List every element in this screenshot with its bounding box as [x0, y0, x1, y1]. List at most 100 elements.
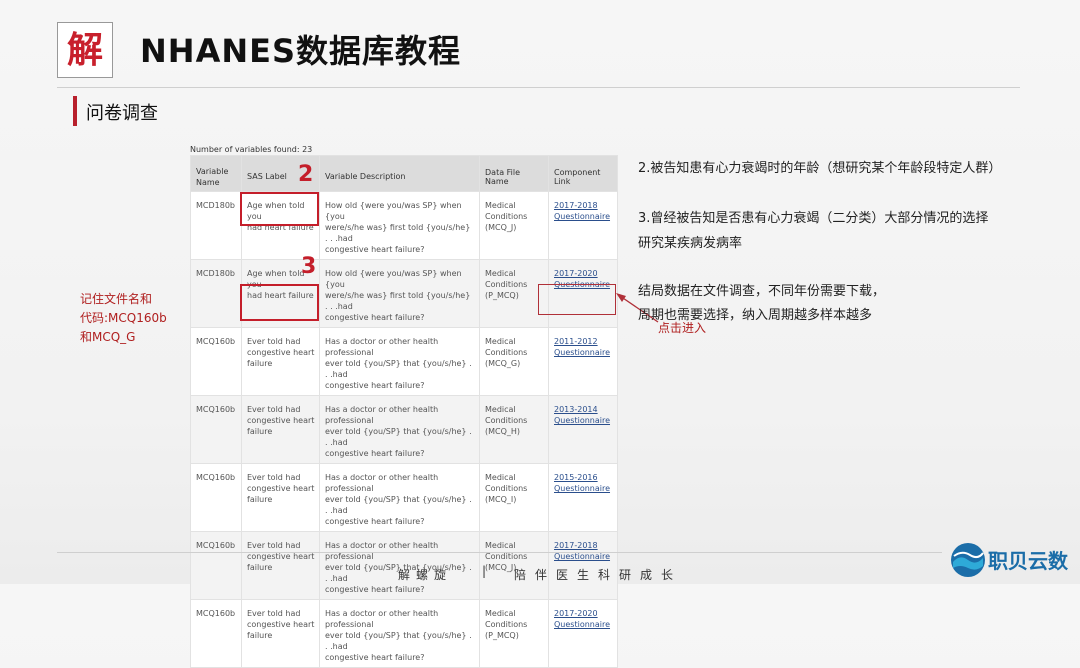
cell-data-file-name-line: Conditions: [485, 280, 528, 289]
cell-variable-description-line: ever told {you/SP} that {you/s/he} . . .…: [325, 495, 472, 515]
cell-data-file-name-line: Medical: [485, 201, 516, 210]
variable-name-text: MCQ160b: [196, 337, 236, 346]
cell-data-file-name-line: Conditions: [485, 212, 528, 221]
col-component-link: Component Link: [548, 155, 618, 192]
brand-name: 职贝云数: [988, 549, 1068, 573]
table-header-row: Variable Name SAS Label Variable Descrip…: [190, 155, 618, 192]
variable-name-text: MCQ160b: [196, 541, 236, 550]
cell-sas-label-line: failure: [247, 359, 273, 368]
variable-name-text: MCD180b: [196, 269, 235, 278]
cell-sas-label-line: failure: [247, 495, 273, 504]
note-outcome-line1: 结局数据在文件调查，不同年份需要下载，: [638, 284, 886, 299]
cell-variable-description-line: congestive heart failure?: [325, 517, 425, 526]
seal-logo-char: 解: [66, 29, 103, 71]
cell-data-file-name: Medical Conditions (MCQ_G): [479, 327, 549, 396]
cell-sas-label: Ever told had congestive heart failure: [241, 599, 320, 668]
left-note-line: 记住文件名和: [80, 292, 153, 306]
left-note: 记住文件名和 代码:MCQ160b 和MCQ_G: [80, 290, 167, 347]
cell-sas-label: Ever told had congestive heart failure: [241, 327, 320, 396]
questionnaire-link[interactable]: 2013-2014: [554, 404, 613, 415]
footer-brand-left: 解螺旋: [398, 568, 453, 582]
col-variable-description: Variable Description: [319, 155, 480, 192]
table-row: MCQ160b Ever told had congestive heart fail…: [190, 327, 618, 396]
cell-data-file-name-line: Medical: [485, 405, 516, 414]
footer-slogan: 陪伴医生科研成长: [514, 568, 683, 582]
cell-sas-label-line: failure: [247, 631, 273, 640]
brand-logo-icon: [951, 543, 985, 577]
click-to-enter-note: 点击进入: [658, 321, 707, 335]
section-accent-bar: [73, 96, 77, 126]
cell-sas-label-line: Ever told had: [247, 337, 301, 346]
cell-data-file-name-line: (P_MCQ): [485, 291, 519, 300]
cell-data-file-name-line: Medical: [485, 541, 516, 550]
cell-variable-description-line: congestive heart failure?: [325, 245, 425, 254]
cell-sas-label-line: congestive heart: [247, 620, 315, 629]
cell-variable-description-line: ever told {you/SP} that {you/s/he} . . .…: [325, 359, 472, 379]
section-title: 问卷调查: [86, 103, 158, 124]
note-ever-told-line2: 研究某疾病发病率: [638, 236, 743, 251]
cell-variable-description-line: Has a doctor or other health professiona…: [325, 337, 439, 357]
highlight-ever-told-label: [240, 284, 319, 321]
cell-data-file-name-line: Conditions: [485, 620, 528, 629]
questionnaire-link[interactable]: 2011-2012: [554, 336, 613, 347]
cell-data-file-name-line: Medical: [485, 269, 516, 278]
variable-name-text: MCD180b: [196, 201, 235, 210]
questionnaire-link[interactable]: Questionnaire: [554, 415, 613, 426]
variable-name-text: MCQ160b: [196, 405, 236, 414]
cell-data-file-name-line: (MCQ_I): [485, 495, 517, 504]
cell-data-file-name-line: (MCQ_H): [485, 427, 521, 436]
cell-data-file-name-line: Medical: [485, 473, 516, 482]
cell-variable-description-line: congestive heart failure?: [325, 381, 425, 390]
cell-component-link[interactable]: 2013-2014 Questionnaire: [548, 395, 618, 464]
cell-sas-label-line: congestive heart: [247, 416, 315, 425]
note-age: 2.被告知患有心力衰竭时的年龄（想研究某个年龄段特定人群）: [638, 161, 1002, 176]
cell-variable-description: Has a doctor or other health professiona…: [319, 395, 480, 464]
questionnaire-link[interactable]: Questionnaire: [554, 347, 613, 358]
cell-component-link[interactable]: 2017-2018 Questionnaire: [548, 191, 618, 260]
footer-divider: [57, 552, 942, 553]
table-row: MCQ160b Ever told had congestive heart fail…: [190, 463, 618, 532]
cell-variable-description-line: ever told {you/SP} that {you/s/he} . . .…: [325, 631, 472, 651]
cell-variable-description: Has a doctor or other health professiona…: [319, 599, 480, 668]
cell-sas-label-line: Ever told had: [247, 405, 301, 414]
note-ever-told-line1: 3.曾经被告知是否患有心力衰竭（二分类）大部分情况的选择: [638, 211, 989, 226]
questionnaire-link[interactable]: Questionnaire: [554, 211, 613, 222]
cell-data-file-name: Medical Conditions (P_MCQ): [479, 599, 549, 668]
cell-sas-label-line: congestive heart: [247, 348, 315, 357]
cell-variable-name: MCD180b: [190, 191, 242, 260]
cell-sas-label-line: Ever told had: [247, 541, 301, 550]
highlight-age-label: [240, 192, 319, 226]
highlight-2011-link: [538, 284, 616, 315]
cell-variable-name: MCQ160b: [190, 599, 242, 668]
cell-variable-description-line: congestive heart failure?: [325, 313, 425, 322]
cell-variable-description: How old {were you/was SP} when {you were/…: [319, 191, 480, 260]
cell-component-link[interactable]: 2017-2020 Questionnaire: [548, 599, 618, 668]
cell-variable-description-line: congestive heart failure?: [325, 449, 425, 458]
cell-variable-description-line: How old {were you/was SP} when {you: [325, 201, 462, 221]
questionnaire-link[interactable]: Questionnaire: [554, 619, 613, 630]
cell-variable-description-line: were/s/he was} first told {you/s/he} . .…: [325, 291, 471, 311]
cell-sas-label-line: Ever told had: [247, 609, 301, 618]
cell-variable-description: Has a doctor or other health professiona…: [319, 463, 480, 532]
cell-sas-label: Ever told had congestive heart failure: [241, 463, 320, 532]
slide-title: NHANES数据库教程: [140, 32, 462, 70]
cell-variable-description: Has a doctor or other health professiona…: [319, 327, 480, 396]
cell-variable-description: How old {were you/was SP} when {you were/…: [319, 259, 480, 328]
cell-variable-description-line: Has a doctor or other health professiona…: [325, 405, 439, 425]
cell-component-link[interactable]: 2015-2016 Questionnaire: [548, 463, 618, 532]
table-row: MCQ160b Ever told had congestive heart fail…: [190, 599, 618, 668]
cell-variable-description-line: ever told {you/SP} that {you/s/he} . . .…: [325, 427, 472, 447]
questionnaire-link[interactable]: 2017-2020: [554, 268, 613, 279]
cell-data-file-name: Medical Conditions (MCQ_J): [479, 191, 549, 260]
cell-sas-label-line: failure: [247, 563, 273, 572]
questionnaire-link[interactable]: 2017-2018: [554, 200, 613, 211]
table-row: MCQ160b Ever told had congestive heart fail…: [190, 395, 618, 464]
cell-variable-description-line: were/s/he was} first told {you/s/he} . .…: [325, 223, 471, 243]
questionnaire-link[interactable]: 2017-2020: [554, 608, 613, 619]
questionnaire-link[interactable]: 2017-2018: [554, 540, 613, 551]
footer-separator: |: [482, 564, 487, 578]
questionnaire-link[interactable]: Questionnaire: [554, 483, 613, 494]
cell-component-link[interactable]: 2011-2012 Questionnaire: [548, 327, 618, 396]
questionnaire-link[interactable]: 2015-2016: [554, 472, 613, 483]
cell-variable-name: MCD180b: [190, 259, 242, 328]
